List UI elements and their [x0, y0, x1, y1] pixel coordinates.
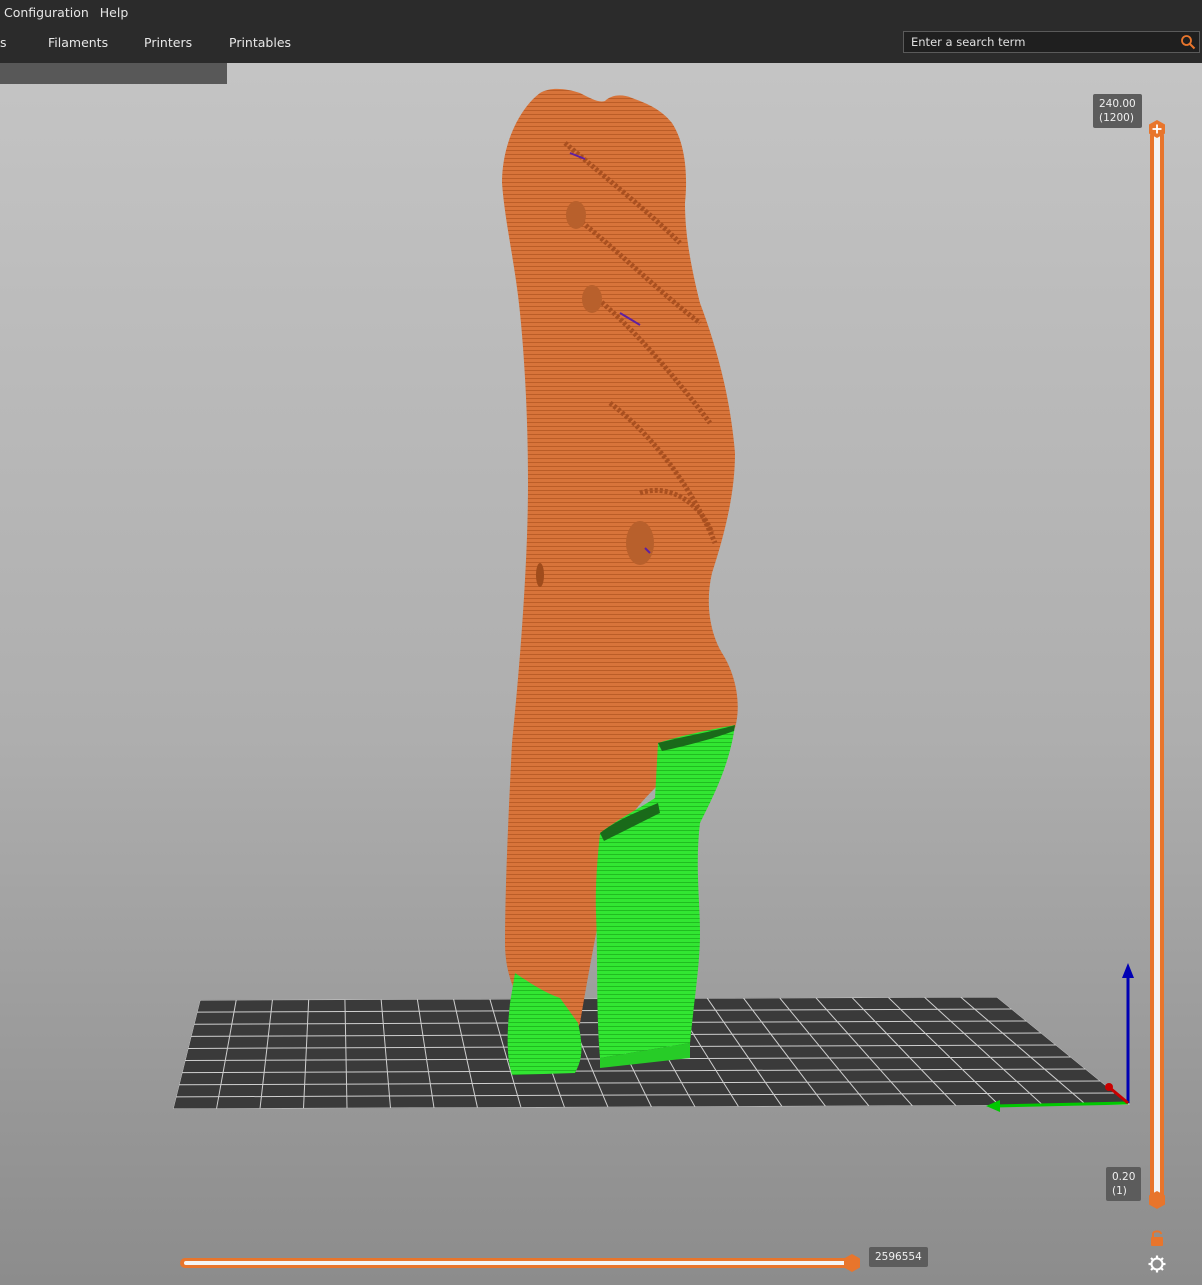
- tab-printers[interactable]: Printers: [144, 35, 192, 50]
- menu-configuration[interactable]: Configuration: [0, 5, 96, 20]
- move-value: 2596554: [875, 1251, 922, 1263]
- bottom-layer-number: (1): [1112, 1185, 1127, 1197]
- tab-filaments[interactable]: Filaments: [48, 35, 108, 50]
- layer-slider-bottom-label: 0.20 (1): [1106, 1167, 1142, 1201]
- move-slider-track[interactable]: [180, 1258, 856, 1268]
- search-icon[interactable]: [1180, 34, 1196, 50]
- top-layer-number: (1200): [1099, 112, 1134, 124]
- scene-canvas: [173, 88, 1134, 1112]
- layer-slider-top-handle[interactable]: [1148, 120, 1166, 138]
- layer-slider-bottom-handle[interactable]: [1148, 1191, 1166, 1209]
- tab-partial[interactable]: s: [0, 35, 7, 50]
- search-input[interactable]: [904, 32, 1181, 52]
- menu-help[interactable]: Help: [96, 5, 136, 20]
- 3d-viewport[interactable]: 240.00 (1200) 0.20 (1) 2596554: [0, 63, 1202, 1285]
- move-slider-handle[interactable]: [843, 1254, 861, 1272]
- menu-bar: Configuration Help: [0, 0, 1202, 24]
- layer-slider-track[interactable]: [1150, 129, 1164, 1202]
- layer-slider-top-label: 240.00 (1200): [1093, 94, 1142, 128]
- lock-icon[interactable]: [1149, 1229, 1165, 1247]
- search-box[interactable]: [903, 31, 1200, 53]
- bottom-height-value: 0.20: [1112, 1171, 1136, 1183]
- cog-icon[interactable]: [1148, 1255, 1166, 1273]
- top-height-value: 240.00: [1099, 98, 1136, 110]
- tab-printables[interactable]: Printables: [229, 35, 291, 50]
- move-slider-label: 2596554: [869, 1247, 928, 1267]
